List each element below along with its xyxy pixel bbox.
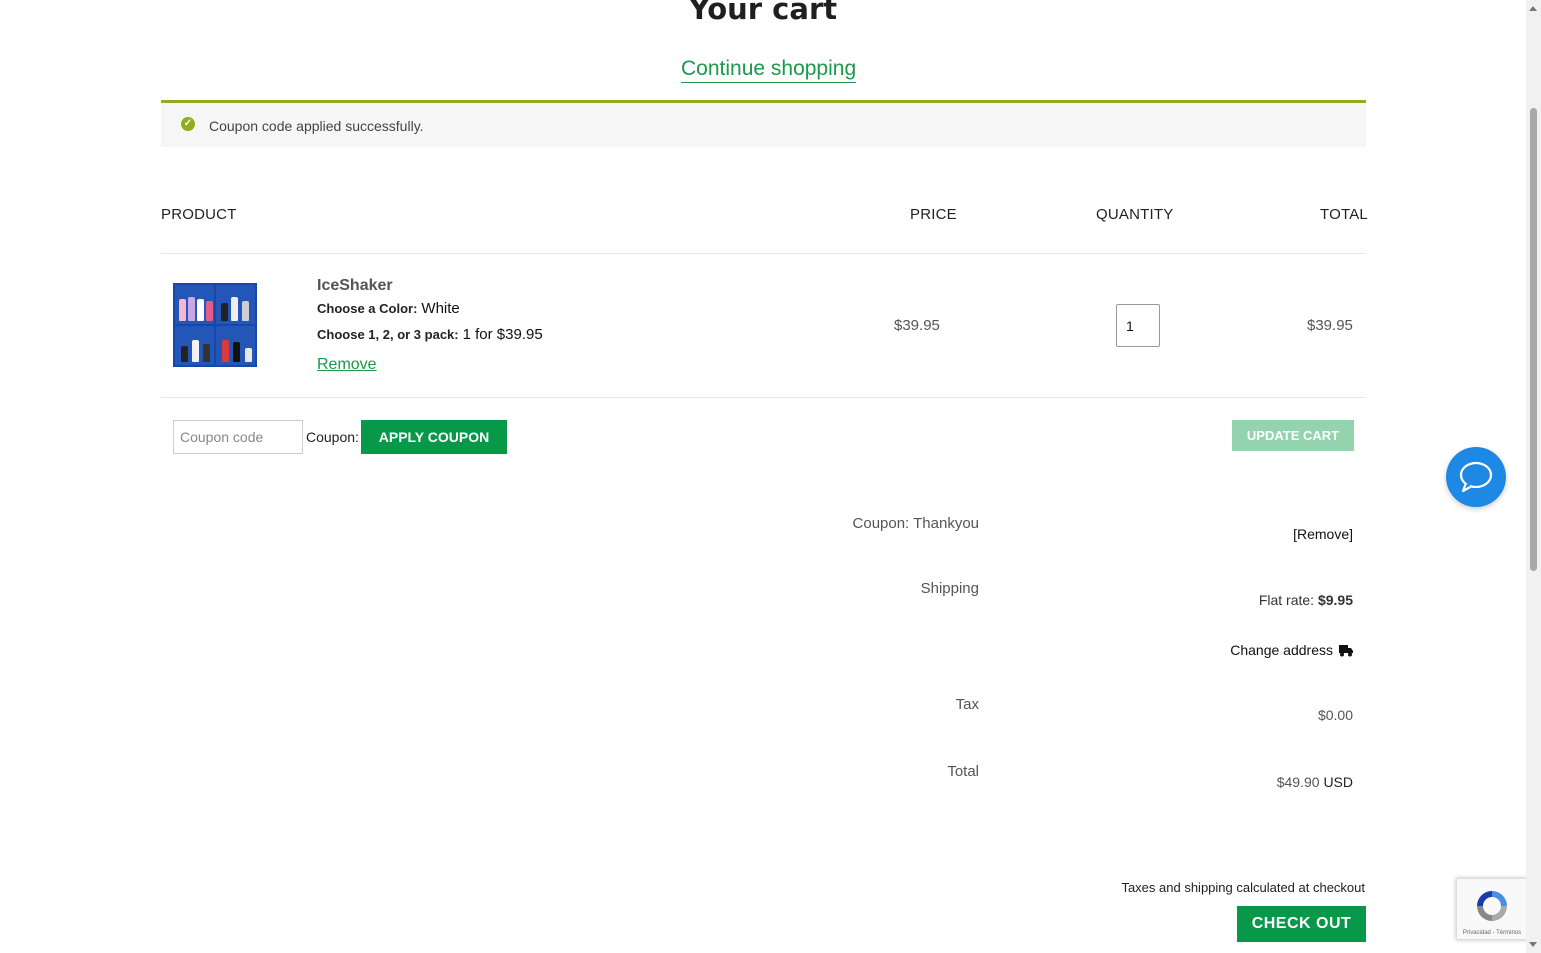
page-scrollbar[interactable] <box>1526 0 1541 953</box>
recaptcha-badge[interactable]: Privacidad - Términos <box>1456 878 1528 940</box>
coupon-label: Coupon: <box>306 429 359 445</box>
chat-bubble-icon <box>1458 460 1494 499</box>
change-address-link[interactable]: Change address <box>1230 642 1353 658</box>
page-title: Your cart <box>688 0 838 26</box>
truck-icon <box>1339 644 1353 657</box>
header-total: TOTAL <box>1320 206 1368 223</box>
summary-coupon-label: Coupon: Thankyou <box>852 515 979 532</box>
shipping-amount: $9.95 <box>1317 592 1353 608</box>
scrollbar-thumb[interactable] <box>1530 108 1537 571</box>
checkout-note: Taxes and shipping calculated at checkou… <box>1121 880 1365 895</box>
remove-coupon-link[interactable]: [Remove] <box>1293 526 1353 542</box>
order-total: $49.90 USD <box>1277 774 1353 790</box>
item-price: $39.95 <box>894 317 940 334</box>
update-cart-button[interactable]: UPDATE CART <box>1232 420 1354 451</box>
header-price: PRICE <box>910 206 957 223</box>
coupon-success-notice: ✓ Coupon code applied successfully. <box>161 100 1366 147</box>
summary-shipping-label: Shipping <box>920 580 979 597</box>
remove-item-link[interactable]: Remove <box>317 356 377 374</box>
option-value: White <box>421 300 460 317</box>
continue-shopping-link[interactable]: Continue shopping <box>681 57 857 83</box>
recaptcha-icon <box>1473 887 1511 930</box>
scroll-up-arrow-icon[interactable] <box>1529 6 1537 11</box>
option-label: Choose 1, 2, or 3 pack: <box>317 327 459 342</box>
option-label: Choose a Color: <box>317 301 418 316</box>
recaptcha-text[interactable]: Privacidad - Términos <box>1457 930 1527 936</box>
shipping-rate: Flat rate: $9.95 <box>1259 592 1353 608</box>
product-thumbnail[interactable] <box>173 283 257 367</box>
divider <box>161 397 1366 398</box>
check-circle-icon: ✓ <box>181 117 195 131</box>
quantity-input[interactable] <box>1116 304 1160 347</box>
apply-coupon-button[interactable]: APPLY COUPON <box>361 420 507 454</box>
product-option-color: Choose a Color: White <box>317 300 460 317</box>
checkout-button[interactable]: CHECK OUT <box>1237 906 1366 942</box>
chat-widget-button[interactable] <box>1446 447 1506 507</box>
scroll-down-arrow-icon[interactable] <box>1529 942 1537 947</box>
header-quantity: QUANTITY <box>1096 206 1174 223</box>
notice-message: Coupon code applied successfully. <box>209 118 424 134</box>
product-option-pack: Choose 1, 2, or 3 pack: 1 for $39.95 <box>317 326 543 343</box>
shipping-method: Flat rate: <box>1258 592 1315 608</box>
product-name[interactable]: IceShaker <box>317 277 393 295</box>
total-amount: $49.90 <box>1276 774 1320 790</box>
divider <box>161 253 1366 254</box>
summary-total-label: Total <box>947 763 979 780</box>
option-value: 1 for $39.95 <box>462 326 543 343</box>
tax-value: $0.00 <box>1317 707 1353 723</box>
change-address-label: Change address <box>1230 642 1333 658</box>
coupon-code-input[interactable] <box>173 420 303 454</box>
total-currency: USD <box>1323 774 1353 790</box>
item-total: $39.95 <box>1307 317 1353 334</box>
header-product: PRODUCT <box>161 206 237 223</box>
summary-tax-label: Tax <box>955 696 979 713</box>
